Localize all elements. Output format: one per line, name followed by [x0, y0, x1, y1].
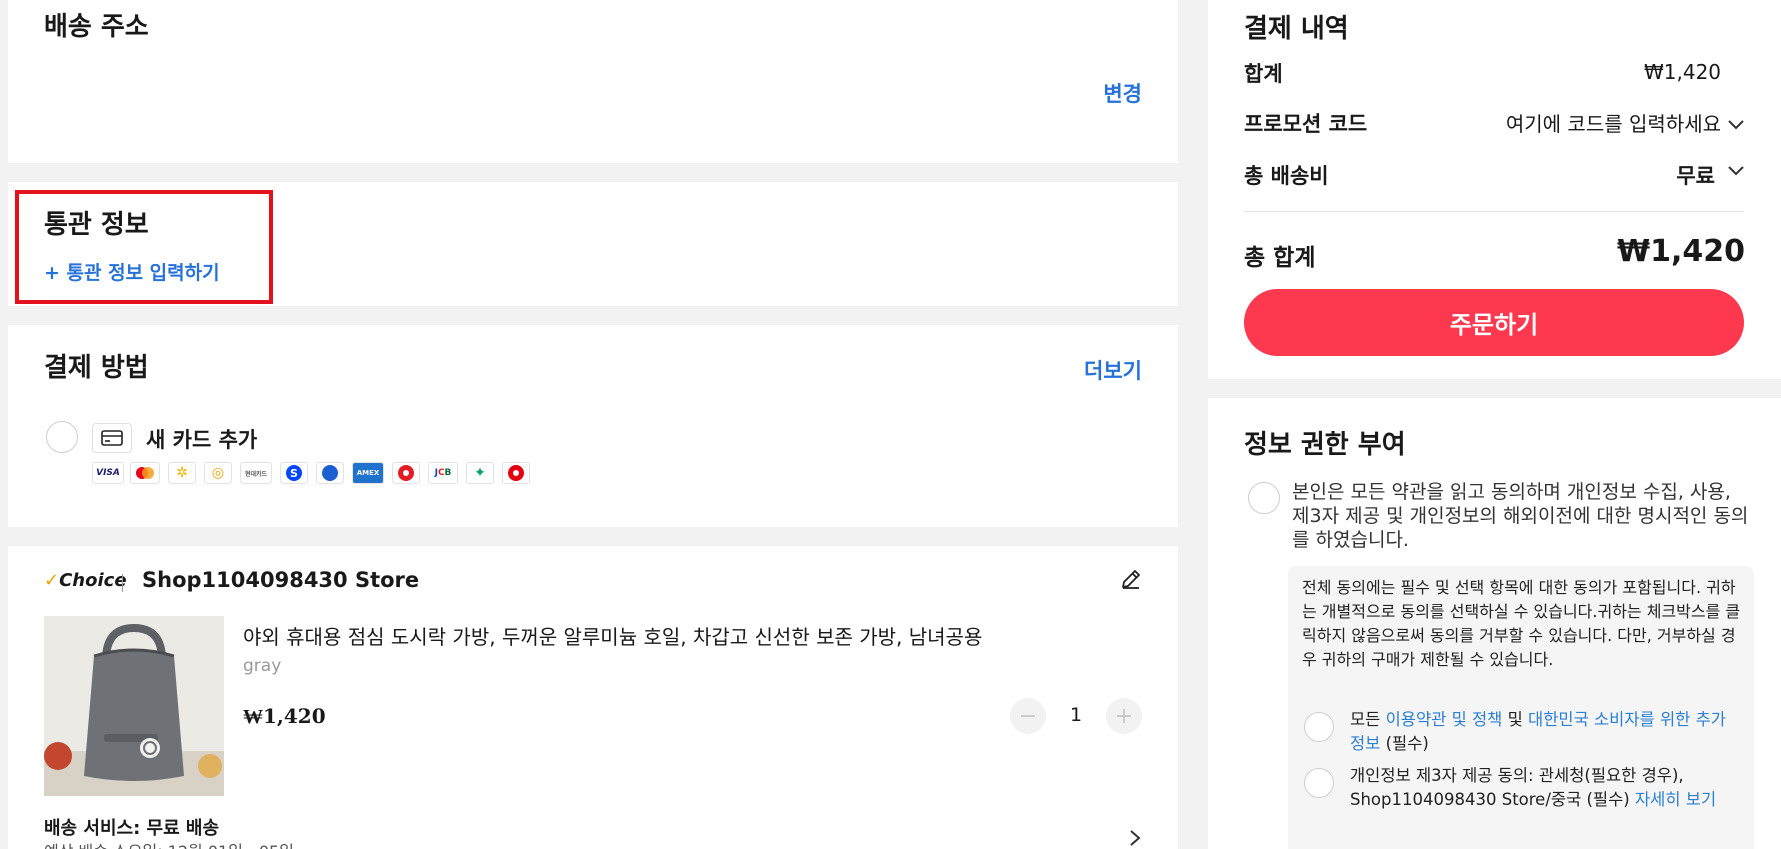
svg-text:S: S	[290, 467, 298, 480]
delivery-eta: 예상 배송 소요일: 12월 01일 - 05일	[44, 838, 294, 849]
consent-title: 정보 권한 부여	[1244, 430, 1406, 460]
terms-prefix: 모든	[1350, 710, 1386, 729]
third-party-text: 개인정보 제3자 제공 동의: 관세청(필요한 경우), Shop1104098…	[1350, 766, 1684, 809]
card-red-icon	[392, 462, 420, 484]
check-icon: ✓	[44, 570, 60, 591]
terms-consent-checkbox[interactable]	[1304, 712, 1334, 742]
third-party-consent-text[interactable]: 개인정보 제3자 제공 동의: 관세청(필요한 경우), Shop1104098…	[1350, 764, 1740, 812]
subtotal-value: ₩1,420	[1644, 60, 1722, 84]
customs-info-card: 통관 정보 + 통관 정보 입력하기	[8, 182, 1178, 306]
product-price: ₩1,420	[243, 704, 326, 728]
promo-label: 프로모션 코드	[1244, 112, 1368, 136]
summary-title: 결제 내역	[1244, 14, 1349, 44]
terms-consent-text[interactable]: 모든 이용약관 및 정책 및 대한민국 소비자를 위한 추가 정보 (필수)	[1350, 708, 1740, 756]
card-blue-icon	[316, 462, 344, 484]
terms-policy-link[interactable]: 이용약관 및 정책	[1386, 710, 1503, 729]
delivery-service: 배송 서비스: 무료 배송	[44, 818, 220, 839]
terms-mid: 및	[1502, 710, 1529, 729]
hyundai-card-icon: 현대카드	[240, 462, 272, 484]
mastercard-icon	[130, 462, 160, 484]
card-yellow-2-icon: ◎	[204, 462, 232, 484]
shipping-address-card: 배송 주소 변경	[8, 0, 1178, 163]
summary-divider	[1244, 211, 1744, 212]
details-link[interactable]: 자세히 보기	[1635, 790, 1716, 809]
credit-card-icon	[92, 423, 132, 453]
quantity-increase-button[interactable]: +	[1106, 698, 1142, 734]
amex-icon: AMEX	[352, 462, 384, 484]
shinhan-card-icon: S	[280, 462, 308, 484]
order-summary-card: 결제 내역 합계 ₩1,420 프로모션 코드 여기에 코드를 입력하세요 총 …	[1208, 0, 1781, 379]
promo-code-input[interactable]: 여기에 코드를 입력하세요	[1506, 108, 1721, 137]
customs-info-title: 통관 정보	[44, 210, 149, 240]
choice-badge: ✓Choice	[44, 570, 127, 591]
terms-suffix: (필수)	[1380, 734, 1429, 753]
total-value: ₩1,420	[1617, 234, 1745, 269]
consent-card: 정보 권한 부여 본인은 모든 약관을 읽고 동의하며 개인정보 수집, 사용,…	[1208, 398, 1781, 849]
consent-note: 전체 동의에는 필수 및 선택 항목에 대한 동의가 포함됩니다. 귀하는 개별…	[1302, 578, 1741, 669]
jcb-icon: JCB	[428, 462, 458, 484]
shipping-fee-label: 총 배송비	[1244, 164, 1329, 188]
new-card-label: 새 카드 추가	[146, 428, 258, 452]
place-order-button[interactable]: 주문하기	[1244, 289, 1744, 356]
change-address-link[interactable]: 변경	[1103, 78, 1142, 108]
card-green-icon: ✦	[466, 462, 494, 484]
consent-all-checkbox[interactable]	[1248, 482, 1280, 514]
edit-icon[interactable]	[1120, 568, 1142, 594]
product-title[interactable]: 야외 휴대용 점심 도시락 가방, 두꺼운 알루미늄 호일, 차갑고 신선한 보…	[243, 621, 982, 650]
chevron-down-icon[interactable]	[1727, 116, 1745, 135]
product-variant: gray	[243, 656, 282, 676]
consent-all-text[interactable]: 본인은 모든 약관을 읽고 동의하며 개인정보 수집, 사용, 제3자 제공 및…	[1292, 480, 1752, 552]
quantity-decrease-button[interactable]: −	[1010, 698, 1046, 734]
shipping-fee-value: 무료	[1676, 164, 1715, 188]
add-customs-info-link[interactable]: + 통관 정보 입력하기	[44, 258, 220, 285]
shipping-address-title: 배송 주소	[44, 12, 149, 42]
shipping-chevron-down-icon[interactable]	[1727, 162, 1745, 181]
badge-divider	[122, 574, 123, 592]
choice-label: Choice	[59, 570, 127, 591]
chevron-right-icon[interactable]	[1128, 828, 1142, 849]
more-payment-link[interactable]: 더보기	[1084, 355, 1142, 385]
card-yellow-1-icon: ✲	[168, 462, 196, 484]
store-name[interactable]: Shop1104098430 Store	[142, 568, 419, 592]
third-party-consent-checkbox[interactable]	[1304, 768, 1334, 798]
quantity-value[interactable]: 1	[1070, 704, 1082, 726]
total-label: 총 합계	[1244, 245, 1316, 271]
new-card-radio[interactable]	[46, 421, 78, 453]
subtotal-label: 합계	[1244, 62, 1283, 86]
payment-method-title: 결제 방법	[44, 353, 149, 383]
card-red-2-icon	[502, 462, 530, 484]
order-item-card: ✓Choice Shop1104098430 Store 야외 휴대용 점심 도…	[8, 546, 1178, 849]
product-image[interactable]	[44, 616, 224, 796]
visa-icon: VISA	[92, 462, 124, 484]
